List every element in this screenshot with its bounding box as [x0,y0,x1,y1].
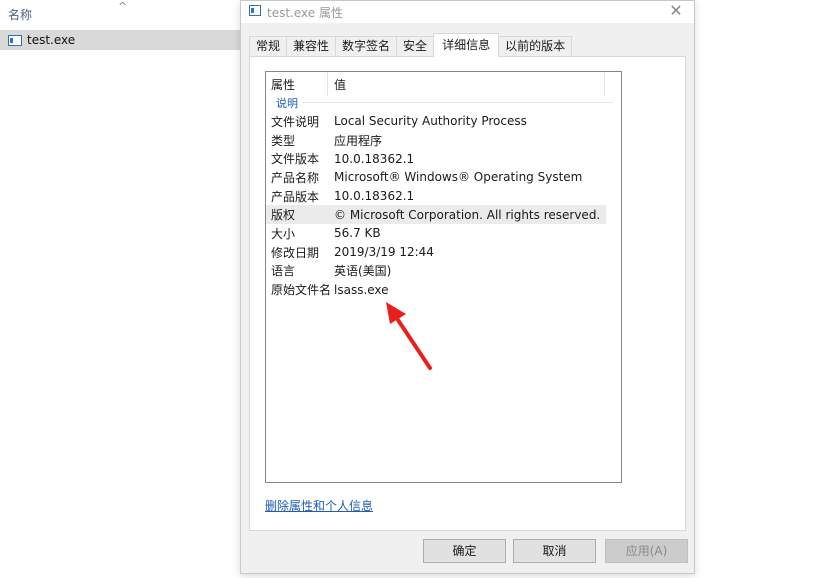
list-row[interactable]: 产品名称 Microsoft® Windows® Operating System [266,168,621,187]
group-header: 说明 [266,94,621,110]
value-column-header[interactable]: 值 [328,72,605,96]
arrow-shaft [392,312,432,370]
name-column-header[interactable]: 名称 [8,6,32,23]
details-panel: 属性 值 说明 文件说明 Local Security Authority Pro… [249,56,686,531]
close-button[interactable]: ✕ [666,2,686,22]
tab-digital-signatures[interactable]: 数字签名 [335,36,398,57]
row-property: 大小 [271,226,296,241]
list-row[interactable]: 修改日期 2019/3/19 12:44 [266,243,621,262]
row-property: 版权 [271,208,296,223]
sort-chevron-icon: ^ [118,0,128,13]
list-row[interactable]: 产品版本 10.0.18362.1 [266,187,621,206]
tab-general[interactable]: 常规 [249,36,288,57]
list-row[interactable]: 文件说明 Local Security Authority Process [266,112,621,131]
list-row[interactable]: 类型 应用程序 [266,131,621,150]
list-rows: 文件说明 Local Security Authority Process 类型 应… [266,112,621,299]
file-name: test.exe [27,33,76,47]
row-value: © Microsoft Corporation. All rights rese… [334,207,601,222]
properties-dialog: test.exe 属性 ✕ 常规 兼容性 数字签名 安全 详细信息 以前的版本 … [240,0,695,574]
row-value: Local Security Authority Process [334,114,527,129]
row-value: Microsoft® Windows® Operating System [334,170,583,185]
row-property: 修改日期 [271,245,320,260]
row-value: 2019/3/19 12:44 [334,245,434,260]
group-divider [302,102,613,103]
arrow-head [386,302,406,324]
tab-previous-versions[interactable]: 以前的版本 [498,36,573,57]
row-value: lsass.exe [334,282,389,297]
row-value: 应用程序 [334,133,383,148]
list-row-selected[interactable]: 版权 © Microsoft Corporation. All rights re… [266,205,606,225]
title-bar: test.exe 属性 ✕ [241,1,694,23]
dialog-title: test.exe 属性 [267,6,343,20]
tab-details[interactable]: 详细信息 [433,33,500,57]
group-label: 说明 [276,97,298,110]
tab-strip: 常规 兼容性 数字签名 安全 详细信息 以前的版本 [249,33,573,57]
list-row[interactable]: 大小 56.7 KB [266,224,621,243]
ok-button[interactable]: 确定 [423,539,506,563]
exe-file-icon [8,34,22,46]
cancel-button[interactable]: 取消 [513,539,596,563]
row-property: 产品版本 [271,189,320,204]
list-row[interactable]: 原始文件名 lsass.exe [266,280,621,299]
row-value: 10.0.18362.1 [334,189,415,204]
remove-properties-link[interactable]: 删除属性和个人信息 [265,497,373,514]
row-value: 英语(美国) [334,264,392,279]
details-list[interactable]: 属性 值 说明 文件说明 Local Security Authority Pro… [265,71,622,483]
tab-security[interactable]: 安全 [396,36,435,57]
row-property: 文件说明 [271,114,320,129]
annotation-arrow [386,302,432,370]
row-property: 原始文件名 [271,283,332,298]
list-row[interactable]: 文件版本 10.0.18362.1 [266,149,621,168]
exe-file-icon [249,5,261,16]
row-value: 56.7 KB [334,226,381,241]
row-property: 文件版本 [271,152,320,167]
row-property: 产品名称 [271,170,320,185]
property-column-header[interactable]: 属性 [266,72,328,96]
list-header: 属性 值 [266,72,621,96]
row-value: 10.0.18362.1 [334,151,415,166]
apply-button[interactable]: 应用(A) [605,539,688,563]
file-list-item[interactable]: test.exe [0,30,240,50]
row-property: 语言 [271,264,296,279]
row-property: 类型 [271,133,296,148]
tab-compatibility[interactable]: 兼容性 [286,36,337,57]
button-bar: 确定 取消 应用(A) [241,539,694,565]
list-row[interactable]: 语言 英语(美国) [266,262,621,281]
